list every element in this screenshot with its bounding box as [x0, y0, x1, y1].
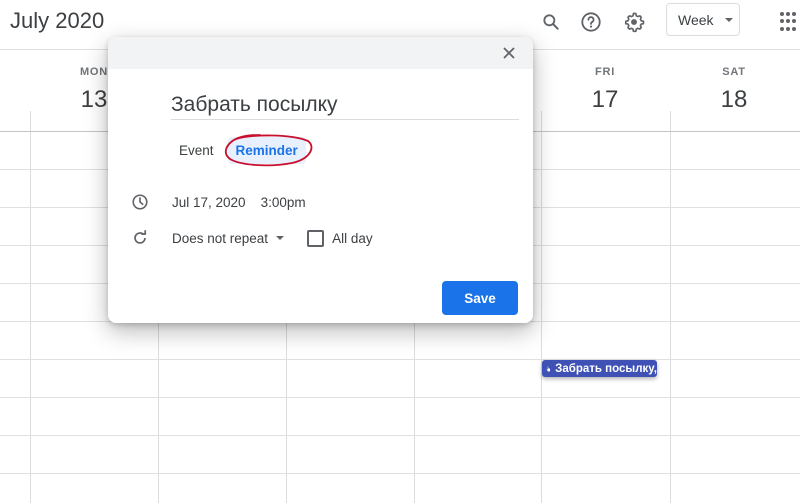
quick-create-dialog: Event Reminder Jul 17, 2020 3:00pm Does … — [108, 37, 533, 323]
tab-event[interactable]: Event — [171, 137, 222, 164]
apps-grid-icon[interactable] — [780, 12, 800, 32]
date-field[interactable]: Jul 17, 2020 — [172, 195, 246, 210]
settings-button[interactable] — [618, 6, 650, 38]
day-header-sat[interactable]: SAT 18 — [670, 66, 798, 114]
type-tabs: Event Reminder — [171, 137, 306, 164]
clock-icon — [130, 192, 150, 212]
datetime-row: Jul 17, 2020 3:00pm — [130, 192, 321, 212]
grid-hline — [0, 359, 800, 360]
reminder-chip[interactable]: Забрать посылку, — [542, 360, 657, 377]
repeat-dropdown[interactable]: Does not repeat — [172, 230, 285, 246]
dialog-header — [108, 37, 533, 69]
help-icon — [581, 12, 601, 32]
day-name: FRI — [594, 66, 616, 78]
all-day-checkbox[interactable] — [307, 229, 325, 247]
grid-vline — [541, 111, 542, 503]
save-button[interactable]: Save — [442, 281, 518, 315]
grid-hline — [0, 435, 800, 436]
repeat-row: Does not repeat All day — [130, 228, 373, 248]
hand-pointer-icon — [546, 365, 551, 372]
title-input[interactable] — [171, 90, 519, 120]
month-title: July 2020 — [10, 8, 105, 33]
view-selector[interactable]: Week — [666, 3, 740, 36]
settings-icon — [624, 12, 645, 33]
search-icon — [543, 14, 559, 30]
help-button[interactable] — [575, 6, 607, 38]
grid-hline — [0, 397, 800, 398]
all-day-label: All day — [332, 230, 373, 246]
grid-vline — [30, 111, 31, 503]
day-name: SAT — [722, 66, 746, 78]
repeat-icon — [130, 228, 150, 248]
grid-hline — [0, 473, 800, 474]
view-selector-label: Week — [678, 11, 714, 28]
close-button[interactable] — [499, 43, 519, 63]
day-number[interactable]: 17 — [541, 86, 669, 114]
close-icon — [503, 47, 515, 59]
day-header-fri[interactable]: FRI 17 — [541, 66, 669, 114]
grid-vline — [670, 111, 671, 503]
chevron-down-icon — [724, 17, 733, 22]
search-button[interactable] — [535, 6, 567, 38]
time-field[interactable]: 3:00pm — [261, 195, 306, 210]
tab-reminder[interactable]: Reminder — [227, 137, 306, 164]
chevron-down-icon — [276, 236, 285, 240]
reminder-chip-title: Забрать посылку, — [555, 362, 657, 375]
repeat-value: Does not repeat — [172, 230, 269, 246]
all-day-toggle[interactable]: All day — [307, 229, 373, 247]
day-number[interactable]: 18 — [670, 86, 798, 114]
